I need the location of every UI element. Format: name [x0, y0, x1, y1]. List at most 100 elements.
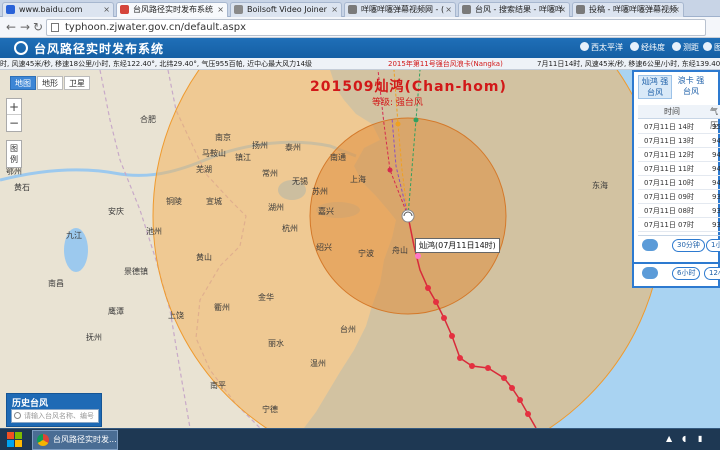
panel-interval-row-2: 6小时 12小时 — [638, 264, 720, 284]
close-tab-icon[interactable]: × — [331, 3, 338, 16]
typhoon-ticker: 时, 风速45米/秒, 移速18公里/小时, 东经122.40°, 北纬29.4… — [0, 58, 720, 70]
zoom-out-button[interactable]: − — [7, 115, 21, 131]
volume-icon[interactable]: ◖ — [682, 434, 686, 443]
close-tab-icon[interactable]: × — [217, 3, 224, 16]
place-label: 南京 — [215, 133, 231, 142]
history-search-input[interactable]: 请输入台风名称、编号 — [11, 409, 99, 423]
tab-terrain[interactable]: 地形 — [37, 76, 63, 90]
table-row[interactable]: 07月11日 11时 94 — [638, 162, 720, 176]
interval-1h-button[interactable]: 1小时 — [706, 239, 720, 252]
row-pressure: 95 — [712, 123, 720, 131]
row-pressure: 93 — [712, 207, 720, 215]
windows-start-icon[interactable] — [7, 432, 23, 448]
reload-icon[interactable]: ↻ — [31, 20, 45, 34]
page-favicon-icon — [576, 5, 585, 14]
place-label: 东海 — [592, 181, 608, 190]
panel-table-header: 时间 气压 — [638, 105, 720, 130]
place-label: 九江 — [66, 231, 82, 240]
page-favicon-icon — [462, 5, 471, 14]
taskbar-chrome-app[interactable]: 台风路径实时发... — [32, 430, 118, 450]
place-label: 宣城 — [206, 197, 222, 206]
row-pressure: 94 — [712, 165, 720, 173]
close-tab-icon[interactable]: × — [103, 3, 110, 16]
storm-popup-label[interactable]: 灿鸿(07月11日14时) — [415, 238, 500, 253]
table-row[interactable]: 07月11日 08时 93 — [638, 204, 720, 218]
close-tab-icon[interactable]: × — [559, 3, 566, 16]
row-pressure: 93 — [712, 221, 720, 229]
tab-chan-hom[interactable]: 灿鸿 强台风 — [638, 75, 672, 99]
tab-nangka[interactable]: 浪卡 强台风 — [674, 75, 708, 99]
table-row[interactable]: 07月11日 14时 95 — [638, 120, 720, 134]
page-favicon-icon — [234, 5, 243, 14]
baidu-favicon-icon — [6, 5, 15, 14]
tab-satellite[interactable]: 卫星 — [64, 76, 90, 90]
place-label: 鹰潭 — [108, 307, 124, 316]
page-icon — [51, 23, 59, 32]
table-row[interactable]: 07月11日 12时 94 — [638, 148, 720, 162]
row-pressure: 94 — [712, 151, 720, 159]
ruler-icon — [672, 42, 681, 51]
zoom-in-button[interactable]: + — [7, 99, 21, 115]
table-row[interactable]: 07月11日 10时 94 — [638, 176, 720, 190]
row-pressure: 94 — [712, 179, 720, 187]
browser-tab-acfun-upload[interactable]: 投稿 - 咩噻咩噻弹幕视频 × — [572, 2, 684, 17]
place-label: 苏州 — [312, 187, 328, 196]
ticker-middle: 2015年第11号强台风浪卡(Nangka) — [388, 60, 503, 68]
table-row[interactable]: 07月11日 13时 94 — [638, 134, 720, 148]
place-label: 黄山 — [196, 253, 212, 262]
place-label: 泰州 — [285, 143, 301, 152]
west-pacific-link[interactable]: 西太平洋 — [580, 42, 623, 53]
network-icon[interactable]: ▲ — [666, 434, 672, 443]
place-label: 铜陵 — [166, 197, 182, 206]
url-input[interactable]: typhoon.zjwater.gov.cn/default.aspx — [46, 19, 706, 36]
place-label: 宁德 — [262, 405, 278, 414]
place-label: 台州 — [340, 325, 356, 334]
place-label: 舟山 — [392, 246, 408, 255]
measure-link[interactable]: 测距 — [672, 42, 699, 53]
forecast-point — [387, 167, 393, 173]
app-header: 台风路径实时发布系统 西太平洋 经纬度 测距 图 — [0, 38, 720, 58]
forecast-point — [413, 117, 419, 123]
place-label: 绍兴 — [316, 243, 332, 252]
legend-button[interactable]: 图例 — [6, 140, 22, 168]
browser-tab-acfun-search[interactable]: 台风 - 搜索结果 - 咩噻咩 × — [458, 2, 570, 17]
chrome-icon — [37, 434, 49, 446]
app-logo-icon — [14, 41, 28, 55]
browser-tab-video-joiner[interactable]: Boilsoft Video Joiner × — [230, 2, 342, 17]
place-label: 上海 — [350, 175, 366, 184]
panel-interval-row-1: 30分钟 1小时 — [638, 235, 720, 255]
back-arrow-icon[interactable]: ← — [4, 20, 18, 34]
pen-icon — [703, 42, 712, 51]
place-label: 丽水 — [268, 339, 284, 348]
interval-30min-button[interactable]: 30分钟 — [672, 239, 705, 252]
browser-tab-baidu[interactable]: www.baidu.com × — [2, 2, 114, 17]
map-link[interactable]: 图 — [703, 42, 720, 53]
typhoon-map[interactable]: 南京 扬州 泰州 南通 上海 无锡 苏州 常州 镇江 湖州 嘉兴 杭州 绍兴 宁波 舟山 金华 台州 衢州 温州 丽水… — [0, 70, 720, 428]
tab-map[interactable]: 地图 — [10, 76, 36, 90]
close-tab-icon[interactable]: × — [673, 3, 680, 16]
typhoon-rain-panel: 6小时 12小时 — [632, 264, 720, 288]
place-label: 黄石 — [14, 183, 30, 192]
place-label: 南昌 — [48, 279, 64, 288]
typhoon-info-panel: 灿鸿 强台风 浪卡 强台风 时间 气压 07月11日 14时9507月11日 1… — [632, 70, 720, 264]
close-tab-icon[interactable]: × — [445, 3, 452, 16]
signal-icon[interactable]: ▮ — [698, 434, 702, 443]
table-row[interactable]: 07月11日 07时 93 — [638, 218, 720, 232]
cloud-icon — [642, 239, 658, 251]
place-label: 无锡 — [292, 177, 308, 186]
place-label: 衢州 — [214, 303, 230, 312]
place-label: 常州 — [262, 169, 278, 178]
interval-12h-button[interactable]: 12小时 — [704, 267, 720, 280]
place-label: 上饶 — [168, 311, 184, 320]
lat-lon-link[interactable]: 经纬度 — [630, 42, 665, 53]
place-label: 宁波 — [358, 249, 374, 258]
browser-tab-acfun-1[interactable]: 咩噻咩噻弹幕视频网 - ( × — [344, 2, 456, 17]
table-row[interactable]: 07月11日 09时 93 — [638, 190, 720, 204]
row-pressure: 94 — [712, 137, 720, 145]
browser-tab-typhoon[interactable]: 台风路径实时发布系统 × — [116, 2, 228, 17]
forward-arrow-icon[interactable]: → — [18, 20, 32, 34]
ticker-left: 时, 风速45米/秒, 移速18公里/小时, 东经122.40°, 北纬29.4… — [0, 60, 313, 68]
interval-6h-button[interactable]: 6小时 — [672, 267, 701, 280]
place-label: 景德镇 — [124, 267, 148, 276]
app-title: 台风路径实时发布系统 — [34, 42, 165, 56]
